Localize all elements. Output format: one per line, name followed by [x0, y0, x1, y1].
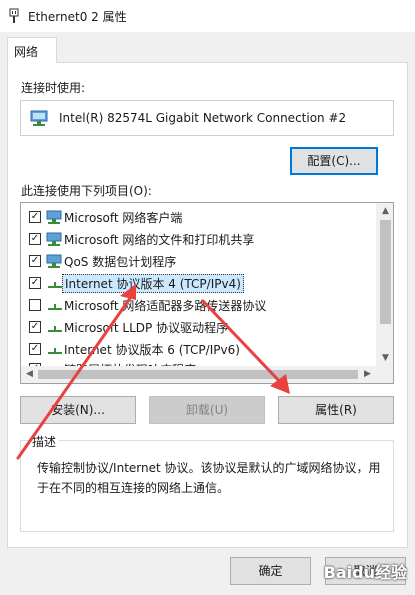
- checkbox[interactable]: ✓: [29, 321, 41, 333]
- list-item[interactable]: ✓ QoS 数据包计划程序: [21, 250, 376, 272]
- item-label: Internet 协议版本 6 (TCP/IPv6): [64, 343, 240, 357]
- item-label: Internet 协议版本 4 (TCP/IPv4): [62, 274, 244, 293]
- watermark-logo: Baidu经验: [323, 563, 407, 582]
- network-client-icon: [46, 232, 62, 246]
- network-client-icon: [46, 254, 62, 268]
- configure-button[interactable]: 配置(C)...: [290, 147, 378, 175]
- list-item[interactable]: ✓ Microsoft 网络客户端: [21, 206, 376, 228]
- horizontal-scroll-thumb[interactable]: [38, 370, 358, 379]
- scroll-down-icon[interactable]: ▼: [377, 353, 393, 363]
- install-button[interactable]: 安装(N)...: [20, 396, 136, 424]
- item-label: Microsoft LLDP 协议驱动程序: [64, 321, 229, 335]
- vertical-scroll-thumb[interactable]: [380, 220, 391, 324]
- scroll-left-icon[interactable]: ◀: [21, 369, 38, 379]
- description-group: 描述 传输控制协议/Internet 协议。该协议是默认的广域网络协议，用于在不…: [20, 433, 394, 532]
- tab-network[interactable]: 网络: [7, 37, 57, 63]
- item-label: QoS 数据包计划程序: [64, 255, 177, 269]
- title-bar: Ethernet0 2 属性: [0, 0, 415, 32]
- connect-using-label: 连接时使用:: [21, 81, 86, 95]
- list-item[interactable]: ✓ Internet 协议版本 6 (TCP/IPv6): [21, 338, 376, 360]
- ok-button[interactable]: 确定: [230, 557, 311, 585]
- components-list[interactable]: ✓ Microsoft 网络客户端 ✓ Microsoft 网络的文件和打印机共…: [20, 202, 394, 384]
- ethernet-icon: [9, 8, 19, 23]
- horizontal-scrollbar[interactable]: ◀ ▶: [21, 366, 393, 383]
- item-label: Microsoft 网络客户端: [64, 211, 183, 225]
- list-item-selected[interactable]: ✓ Internet 协议版本 4 (TCP/IPv4): [21, 272, 376, 294]
- checkbox[interactable]: ✓: [29, 233, 41, 245]
- item-label: Microsoft 网络适配器多路传送器协议: [64, 299, 267, 313]
- protocol-icon: [48, 326, 62, 332]
- description-title: 描述: [29, 433, 60, 450]
- checkbox[interactable]: ✓: [29, 277, 41, 289]
- checkbox[interactable]: ✓: [29, 255, 41, 267]
- window-title: Ethernet0 2 属性: [28, 10, 127, 24]
- protocol-icon: [48, 348, 62, 354]
- uninstall-button[interactable]: 卸载(U): [149, 396, 265, 424]
- adapter-name: Intel(R) 82574L Gigabit Network Connecti…: [59, 111, 347, 125]
- network-adapter-icon: [30, 110, 48, 126]
- item-label: Microsoft 网络的文件和打印机共享: [64, 233, 255, 247]
- adapter-box: Intel(R) 82574L Gigabit Network Connecti…: [20, 100, 394, 136]
- checkbox[interactable]: [29, 299, 41, 311]
- checkbox[interactable]: ✓: [29, 343, 41, 355]
- network-client-icon: [46, 210, 62, 224]
- list-item[interactable]: ✓ Microsoft LLDP 协议驱动程序: [21, 316, 376, 338]
- scroll-right-icon[interactable]: ▶: [359, 369, 376, 379]
- protocol-icon: [48, 304, 62, 310]
- checkbox[interactable]: ✓: [29, 211, 41, 223]
- items-label: 此连接使用下列项目(O):: [21, 184, 152, 198]
- description-text: 传输控制协议/Internet 协议。该协议是默认的广域网络协议，用于在不同的相…: [37, 461, 381, 495]
- scroll-up-icon[interactable]: ▲: [377, 206, 393, 216]
- list-item[interactable]: Microsoft 网络适配器多路传送器协议: [21, 294, 376, 316]
- properties-button[interactable]: 属性(R): [278, 396, 394, 424]
- list-item[interactable]: ✓ Microsoft 网络的文件和打印机共享: [21, 228, 376, 250]
- vertical-scrollbar[interactable]: ▲ ▼: [376, 203, 393, 368]
